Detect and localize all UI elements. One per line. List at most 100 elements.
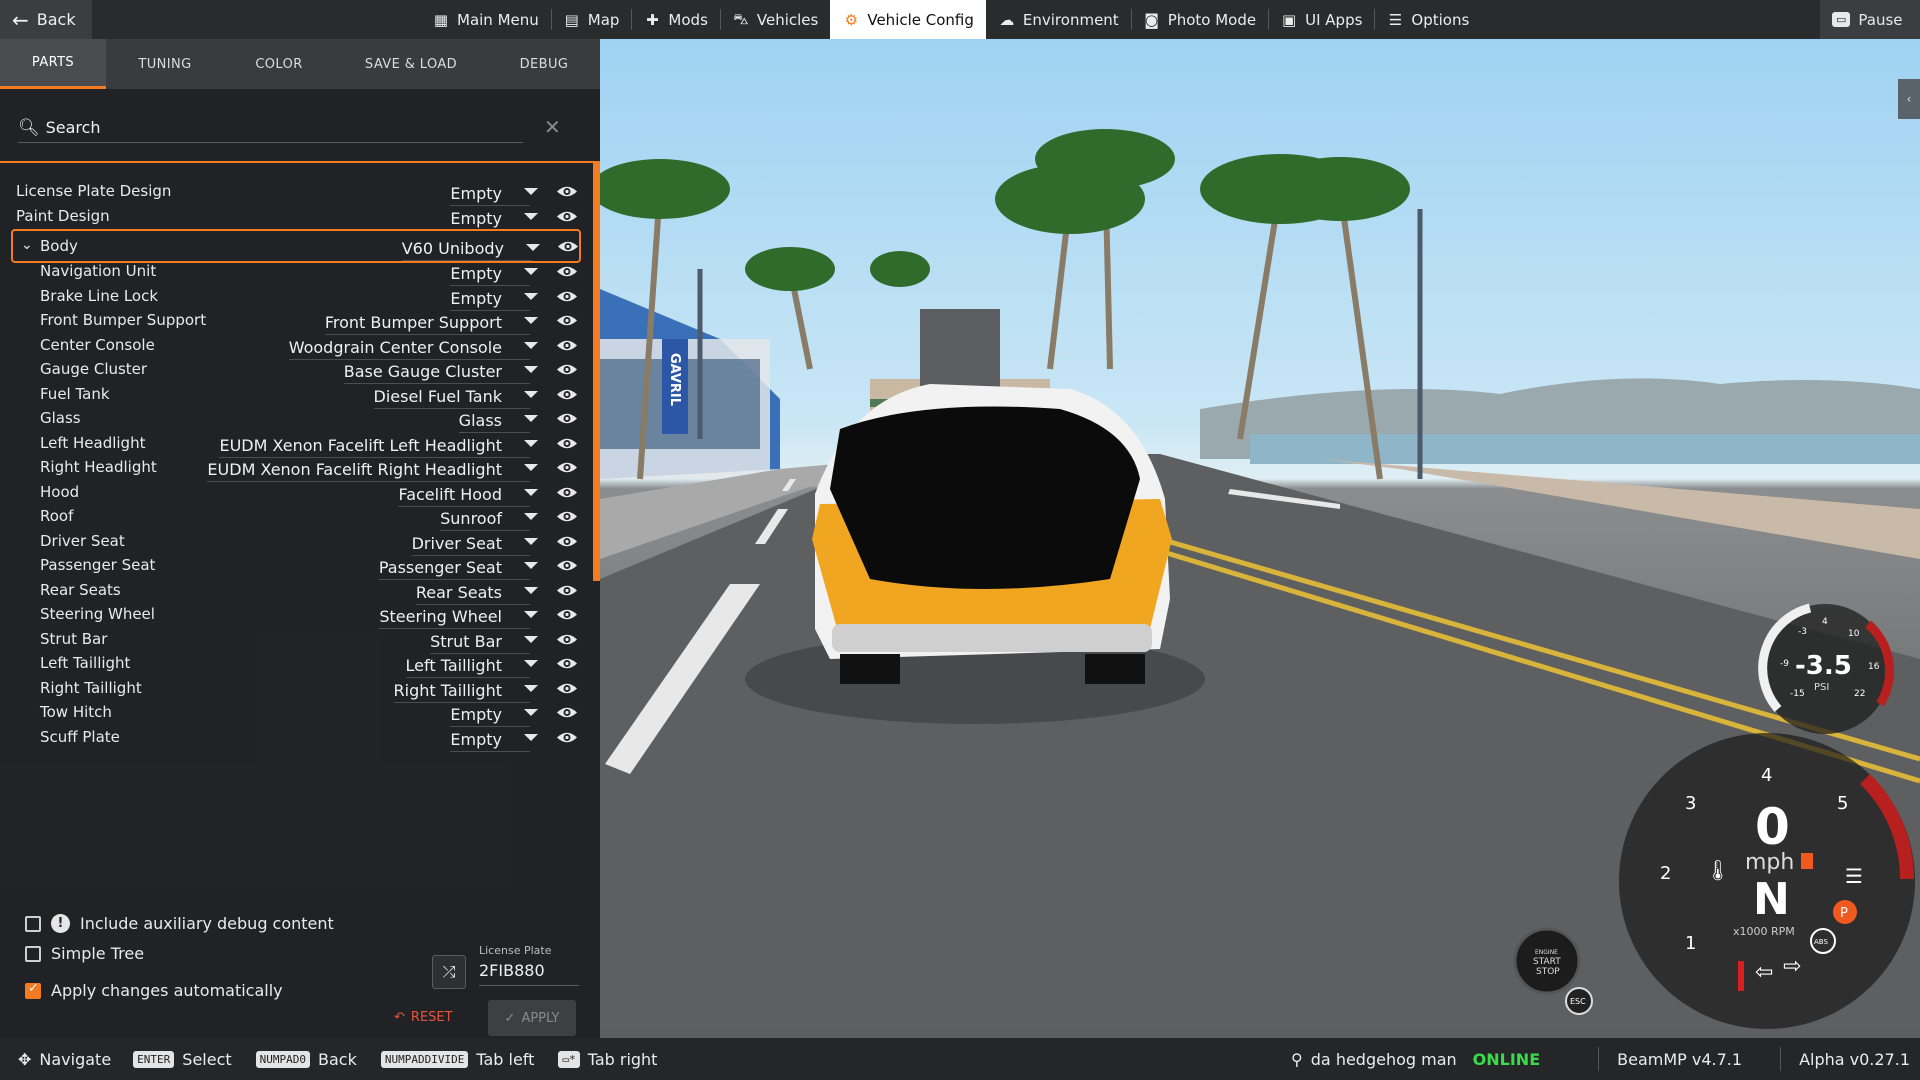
dropdown-arrow-icon[interactable] [524,415,538,422]
keyboard-key-icon: ▭ [1832,12,1851,27]
eye-icon[interactable] [556,730,578,745]
menu-photo-mode[interactable]: ◙ Photo Mode [1130,0,1268,39]
part-select[interactable]: Empty [450,730,530,752]
eye-icon[interactable] [556,681,578,696]
tab-color[interactable]: COLOR [224,39,334,89]
part-label: Brake Line Lock [40,286,159,305]
dropdown-arrow-icon[interactable] [526,244,540,251]
shuffle-icon[interactable]: ⤮ [432,955,466,989]
speed-value: 0 [1755,798,1790,856]
part-select[interactable]: Empty [450,209,530,231]
dropdown-arrow-icon[interactable] [524,537,538,545]
search-input[interactable]: 🔍︎ Search [18,113,523,143]
menu-vehicles[interactable]: ⛍ Vehicles [719,0,830,39]
dropdown-arrow-icon[interactable] [524,635,538,643]
dropdown-arrow-icon[interactable] [524,212,538,220]
dropdown-arrow-icon[interactable] [524,439,538,447]
menu-main-menu[interactable]: ▦ Main Menu [420,0,551,39]
simple-tree-checkbox[interactable] [25,945,41,962]
aux-debug-checkbox[interactable] [25,915,41,932]
dropdown-arrow-icon[interactable] [524,586,538,594]
eye-icon[interactable] [556,411,578,426]
tab-debug[interactable]: DEBUG [488,39,600,89]
dropdown-arrow-icon[interactable] [524,341,538,349]
menu-map[interactable]: ▤ Map [550,0,632,39]
part-label: Tow Hitch [40,703,112,721]
license-plate-input[interactable]: 2FIB880 [479,961,579,986]
eye-icon[interactable] [556,705,578,720]
game-viewport[interactable]: GAVRIL -3 4 10 -9 16 -15 22 -3.5 PSI 1 2… [600,39,1920,1038]
dropdown-arrow-icon[interactable] [524,268,538,275]
menu-ui-apps[interactable]: ▣ UI Apps [1268,0,1374,39]
eye-icon[interactable] [556,656,578,671]
eye-icon[interactable] [556,534,578,549]
eye-icon[interactable] [556,184,578,199]
chevron-down-icon[interactable]: ⌄ [21,237,33,253]
simple-tree-option[interactable]: Simple Tree [25,944,144,963]
eye-icon[interactable] [556,209,578,224]
camera-icon: ◙ [1144,10,1159,29]
menu-environment[interactable]: ☁ Environment [986,0,1131,39]
apply-auto-option[interactable]: Apply changes automatically [25,981,283,1000]
dropdown-arrow-icon[interactable] [524,488,538,496]
eye-icon[interactable] [556,558,578,573]
dropdown-arrow-icon[interactable] [524,317,538,324]
eye-icon[interactable] [556,289,578,304]
tab-save-load[interactable]: SAVE & LOAD [334,39,488,89]
part-label: Body [40,237,78,255]
hint-tab-right: ▭* Tab right [558,1050,657,1069]
dropdown-arrow-icon[interactable] [524,188,538,195]
aux-debug-option[interactable]: ! Include auxiliary debug content [25,914,334,933]
dropdown-arrow-icon[interactable] [524,562,538,569]
apply-auto-checkbox[interactable] [25,981,41,999]
menu-mods[interactable]: ✚ Mods [631,0,719,39]
eye-icon[interactable] [556,387,578,402]
tab-tuning[interactable]: TUNING [106,39,224,89]
eye-icon[interactable] [556,509,578,524]
eye-icon[interactable] [556,264,578,279]
eye-icon[interactable] [556,583,578,598]
eye-icon[interactable] [556,436,578,451]
part-label: Glass [40,409,81,427]
dropdown-arrow-icon[interactable] [524,684,538,692]
car-bumper [832,624,1152,652]
back-button[interactable]: ← Back [0,0,92,39]
eye-icon[interactable] [556,338,578,353]
part-label: Passenger Seat [40,556,156,574]
menu-vehicle-config[interactable]: ⚙ Vehicle Config [830,0,986,39]
tab-parts[interactable]: PARTS [0,39,106,89]
clear-search-icon[interactable]: ✕ [544,115,561,139]
dropdown-arrow-icon[interactable] [524,390,538,398]
pause-button[interactable]: ▭ Pause [1820,0,1920,39]
dropdown-arrow-icon[interactable] [524,464,538,471]
eye-icon[interactable] [556,313,578,328]
engine-controls[interactable]: ENGINE START STOP ESC [1505,919,1595,1019]
dropdown-arrow-icon[interactable] [524,292,538,300]
dropdown-arrow-icon[interactable] [524,513,538,520]
undo-icon: ↶ [394,1010,405,1025]
search-placeholder: Search [45,118,101,137]
game-version: Alpha v0.27.1 [1799,1049,1910,1069]
eye-icon[interactable] [556,632,578,647]
boost-tick: -9 [1780,659,1789,669]
apply-button[interactable]: ✓ APPLY [488,1000,576,1036]
eye-icon[interactable] [556,485,578,500]
eye-icon[interactable] [556,362,578,377]
chevron-left-icon[interactable]: ‹ [1898,79,1920,119]
dropdown-arrow-icon[interactable] [524,611,538,618]
boost-tick: -3 [1798,627,1807,637]
part-row[interactable]: Paint Design Empty [0,202,590,232]
vehicle-config-panel: PARTS TUNING COLOR SAVE & LOAD DEBUG 🔍︎ … [0,39,600,1038]
eye-icon[interactable] [556,607,578,622]
dropdown-arrow-icon[interactable] [524,660,538,667]
eye-icon[interactable] [557,239,579,254]
dropdown-arrow-icon[interactable] [524,709,538,716]
menu-options[interactable]: ☰ Options [1374,0,1481,39]
status-divider [1780,1047,1782,1071]
reset-button[interactable]: ↶ RESET [394,1010,453,1025]
dropdown-arrow-icon[interactable] [524,733,538,741]
part-row[interactable]: Scuff Plate Empty [0,723,590,753]
dropdown-arrow-icon[interactable] [524,366,538,373]
eye-icon[interactable] [556,460,578,475]
part-label: License Plate Design [16,182,172,200]
